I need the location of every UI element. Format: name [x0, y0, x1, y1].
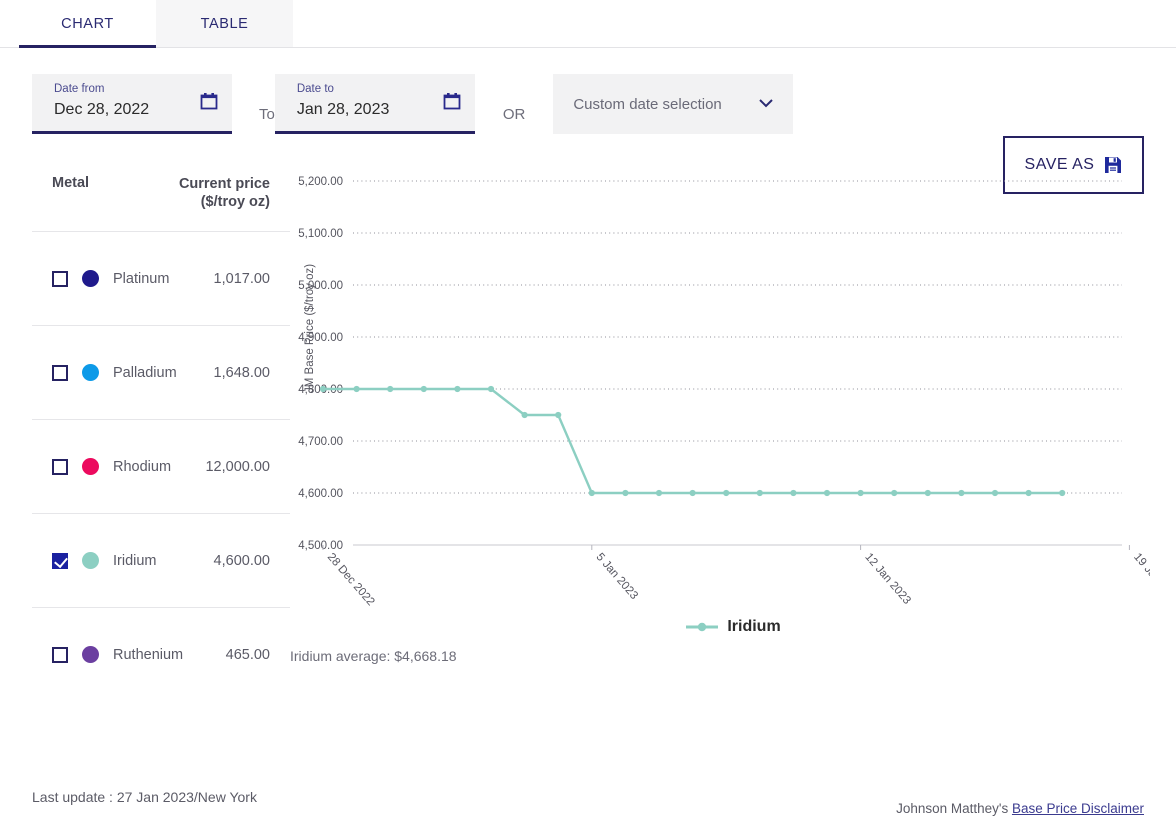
- calendar-icon[interactable]: [200, 92, 218, 110]
- chart-data-point[interactable]: [858, 490, 864, 496]
- chart-data-point[interactable]: [454, 386, 460, 392]
- table-row[interactable]: Palladium 1,648.00: [32, 325, 290, 419]
- chart-data-point[interactable]: [387, 386, 393, 392]
- metal-price: 465.00: [226, 647, 270, 663]
- legend-marker-icon: [685, 621, 719, 633]
- metal-price: 1,648.00: [214, 365, 270, 381]
- table-row[interactable]: Platinum 1,017.00: [32, 231, 290, 325]
- date-to-value: Jan 28, 2023: [297, 101, 463, 119]
- chart-data-point[interactable]: [589, 490, 595, 496]
- chart-data-point[interactable]: [421, 386, 427, 392]
- chart-data-point[interactable]: [925, 490, 931, 496]
- chevron-down-icon: [759, 98, 773, 108]
- table-row[interactable]: Ruthenium 465.00: [32, 607, 290, 701]
- disclaimer-text: Johnson Matthey's Base Price Disclaimer: [896, 801, 1144, 816]
- chart-average-note: Iridium average: $4,668.18: [290, 648, 457, 664]
- metal-color-dot-icon: [82, 646, 99, 663]
- chart-data-point[interactable]: [555, 412, 561, 418]
- filter-bar: Date from Dec 28, 2022 To Date to Jan 28…: [0, 48, 1176, 153]
- metals-table: Metal Current price ($/troy oz) Platinum…: [32, 153, 290, 723]
- metal-name: Palladium: [113, 365, 177, 381]
- line-chart-plot[interactable]: 5,200.005,100.005,000.004,900.004,800.00…: [290, 163, 1150, 613]
- to-separator-label: To: [259, 74, 275, 123]
- chart-y-tick-label: 4,900.00: [298, 332, 343, 344]
- chart-y-tick-label: 4,600.00: [298, 488, 343, 500]
- date-from-field[interactable]: Date from Dec 28, 2022: [32, 74, 232, 134]
- metal-price: 1,017.00: [214, 271, 270, 287]
- metal-price: 12,000.00: [205, 459, 270, 475]
- date-from-value: Dec 28, 2022: [54, 101, 220, 119]
- chart-data-point[interactable]: [690, 490, 696, 496]
- chart-data-point[interactable]: [622, 490, 628, 496]
- chart-data-point[interactable]: [757, 490, 763, 496]
- last-update-text: Last update : 27 Jan 2023/New York: [32, 789, 257, 805]
- chart-data-point[interactable]: [488, 386, 494, 392]
- column-header-metal: Metal: [52, 175, 89, 231]
- tab-table-label: TABLE: [201, 16, 249, 32]
- metal-price: 4,600.00: [214, 553, 270, 569]
- tab-table[interactable]: TABLE: [156, 0, 293, 47]
- metal-checkbox-ruthenium[interactable]: [52, 647, 68, 663]
- date-to-field[interactable]: Date to Jan 28, 2023: [275, 74, 475, 134]
- metal-checkbox-rhodium[interactable]: [52, 459, 68, 475]
- chart-panel: JM Base Price ($/troy oz) 5,200.005,100.…: [290, 163, 1176, 723]
- tab-chart[interactable]: CHART: [19, 0, 156, 47]
- calendar-icon[interactable]: [443, 92, 461, 110]
- or-separator-label: OR: [503, 74, 526, 123]
- metal-color-dot-icon: [82, 552, 99, 569]
- custom-date-selection-dropdown[interactable]: Custom date selection: [553, 74, 793, 134]
- disclaimer-prefix: Johnson Matthey's: [896, 801, 1012, 816]
- column-header-current-price: Current price ($/troy oz): [179, 175, 270, 231]
- chart-y-tick-label: 5,000.00: [298, 280, 343, 292]
- chart-data-point[interactable]: [958, 490, 964, 496]
- metal-color-dot-icon: [82, 270, 99, 287]
- chart-data-point[interactable]: [1059, 490, 1065, 496]
- date-from-label: Date from: [54, 82, 220, 96]
- chart-data-point[interactable]: [824, 490, 830, 496]
- chart-data-point[interactable]: [992, 490, 998, 496]
- metal-checkbox-palladium[interactable]: [52, 365, 68, 381]
- table-row[interactable]: Iridium 4,600.00: [32, 513, 290, 607]
- chart-x-tick-label: 19 Jan 2023: [1131, 551, 1150, 607]
- metal-name: Rhodium: [113, 459, 171, 475]
- metal-checkbox-iridium[interactable]: [52, 553, 68, 569]
- column-header-price-line1: Current price: [179, 175, 270, 193]
- chart-y-tick-label: 5,100.00: [298, 228, 343, 240]
- chart-y-tick-label: 4,700.00: [298, 436, 343, 448]
- chart-x-tick-label: 5 Jan 2023: [594, 551, 640, 602]
- metals-table-header: Metal Current price ($/troy oz): [32, 175, 290, 231]
- metal-checkbox-platinum[interactable]: [52, 271, 68, 287]
- chart-y-tick-label: 4,500.00: [298, 540, 343, 552]
- metal-name: Platinum: [113, 271, 169, 287]
- metal-name: Iridium: [113, 553, 157, 569]
- main-content: Metal Current price ($/troy oz) Platinum…: [0, 153, 1176, 723]
- page-footer: Last update : 27 Jan 2023/New York Johns…: [0, 779, 1176, 827]
- chart-data-point[interactable]: [354, 386, 360, 392]
- chart-x-tick-label: 28 Dec 2022: [325, 551, 377, 608]
- tab-chart-label: CHART: [61, 16, 114, 32]
- metal-color-dot-icon: [82, 364, 99, 381]
- metal-name: Ruthenium: [113, 647, 183, 663]
- table-row[interactable]: Rhodium 12,000.00: [32, 419, 290, 513]
- metal-color-dot-icon: [82, 458, 99, 475]
- custom-date-selection-value: Custom date selection: [573, 96, 721, 113]
- chart-data-point[interactable]: [891, 490, 897, 496]
- chart-data-point[interactable]: [723, 490, 729, 496]
- chart-x-tick-label: 12 Jan 2023: [862, 551, 913, 607]
- legend-label-iridium: Iridium: [727, 618, 780, 636]
- date-to-label: Date to: [297, 82, 463, 96]
- chart-data-point[interactable]: [1026, 490, 1032, 496]
- base-price-disclaimer-link[interactable]: Base Price Disclaimer: [1012, 801, 1144, 816]
- tab-bar: CHART TABLE: [0, 0, 1176, 48]
- chart-legend: Iridium: [290, 618, 1176, 636]
- column-header-price-line2: ($/troy oz): [179, 193, 270, 211]
- chart-y-tick-label: 5,200.00: [298, 176, 343, 188]
- chart-data-point[interactable]: [790, 490, 796, 496]
- chart-series-line-iridium: [323, 389, 1062, 493]
- chart-data-point[interactable]: [320, 386, 326, 392]
- chart-data-point[interactable]: [522, 412, 528, 418]
- chart-data-point[interactable]: [656, 490, 662, 496]
